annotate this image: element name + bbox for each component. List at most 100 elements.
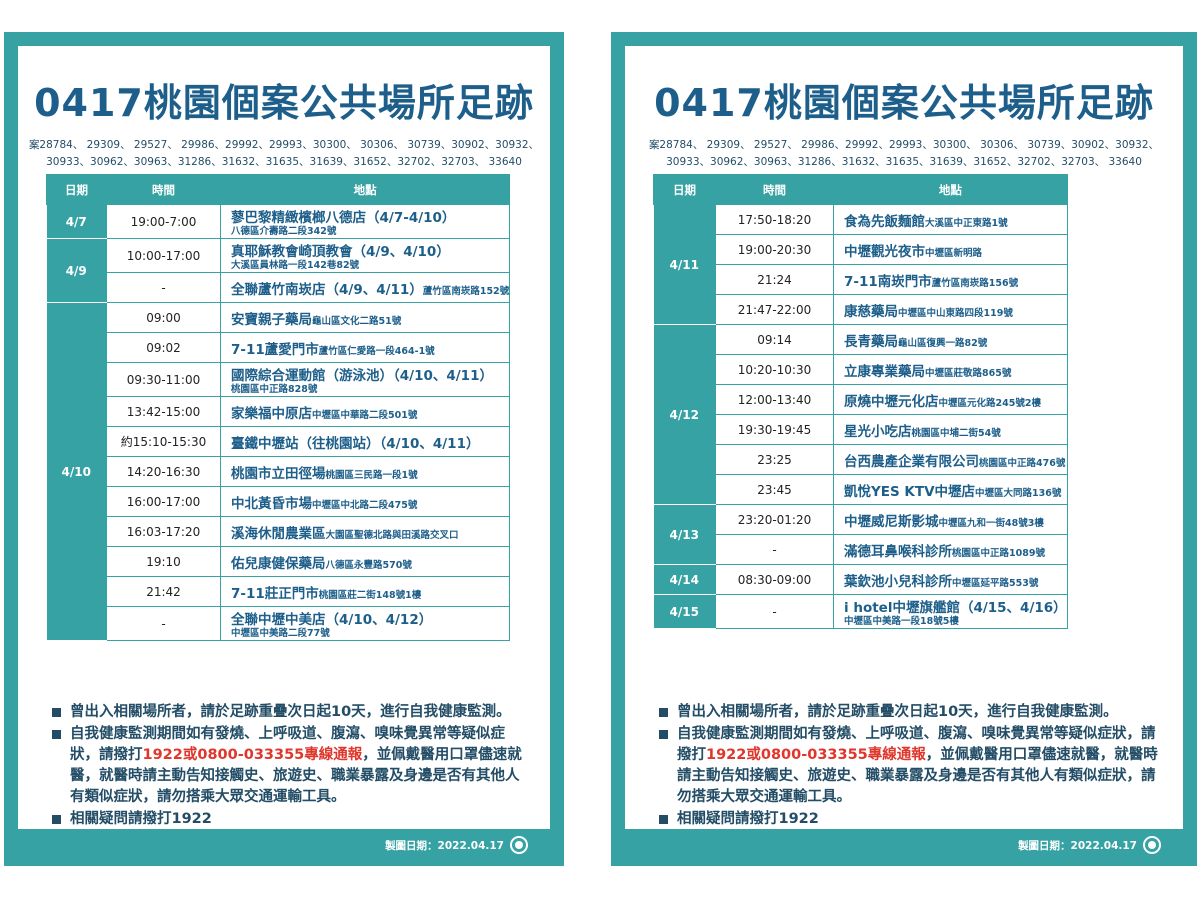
date-cell: 4/14 [653, 564, 716, 595]
place-address: 中壢區中美路一段18號5樓 [844, 616, 959, 627]
place-cell: 中壢觀光夜市中壢區新明路 [833, 234, 1068, 265]
table-row: 21:47-22:00 康慈藥局中壢區中山東路四段119號 [654, 294, 1068, 325]
place-cell: 國際綜合運動館（游泳池）（4/10、4/11） 桃園區中正路828號 [219, 362, 511, 397]
place-address: 大園區聖德北路與田溪路交叉口 [325, 529, 459, 541]
time-cell: 19:10 [106, 546, 221, 577]
bullet-icon [659, 730, 668, 739]
poster-left: 0417桃園個案公共場所足跡 案28784、 29309、 29527、 299… [4, 32, 564, 866]
place-cell: 臺鐵中壢站（往桃園站）（4/10、4/11） [219, 426, 511, 457]
time-cell: 21:47-22:00 [715, 294, 834, 325]
place-address: 中壢區中美路二段77號 [231, 628, 330, 639]
table-row: 21:42 7-11莊正門市桃園區莊二街148號1樓 [47, 576, 511, 607]
place-address: 蘆竹區仁愛路一段464-1號 [318, 345, 435, 357]
bullet-icon [659, 815, 668, 824]
government-seal-icon [1143, 836, 1161, 854]
note-item: 相關疑問請撥打1922 [657, 809, 1161, 830]
notes: 曾出入相關場所者，請於足跡重疊次日起10天，進行自我健康監測。 自我健康監測期間… [50, 702, 528, 831]
note-text: 相關疑問請撥打1922 [70, 811, 212, 827]
place-cell: 台西農產企業有限公司桃園區中正路476號 [833, 444, 1068, 475]
table-row: 09:30-11:00 國際綜合運動館（游泳池）（4/10、4/11） 桃園區中正路… [47, 362, 511, 397]
place-cell: 7-11南崁門市蘆竹區南崁路156號 [833, 264, 1068, 295]
place-name: 安寶親子藥局 [231, 311, 312, 328]
date-cell: 4/12 [653, 324, 716, 505]
place-cell: 真耶穌教會崎頂教會（4/9、4/10） 大溪區員林路一段142巷82號 [219, 238, 511, 273]
place-address: 桃園區中正路1089號 [952, 547, 1045, 559]
note-item: 曾出入相關場所者，請於足跡重疊次日起10天，進行自我健康監測。 [657, 702, 1161, 723]
place-address: 桃園區三民路一段1號 [325, 469, 418, 481]
table-row: 21:24 7-11南崁門市蘆竹區南崁路156號 [654, 264, 1068, 295]
place-name: 康慈藥局 [844, 303, 898, 320]
time-cell: 16:03-17:20 [106, 516, 221, 547]
place-cell: 中北黃昏市場中壢區中北路二段475號 [219, 486, 511, 517]
place-address: 桃園區莊二街148號1樓 [318, 589, 422, 601]
place-cell: 原燒中壢元化店中壢區元化路245號2樓 [833, 384, 1068, 415]
case-numbers-line: 案28784、 29309、 29527、 29986、29992、29993、… [648, 139, 1160, 151]
table-row: 13:42-15:00 家樂福中原店中壢區中華路二段501號 [47, 396, 511, 427]
time-cell: 09:00 [106, 302, 221, 333]
time-cell: 09:14 [715, 324, 834, 355]
footer-date: 製圖日期：2022.04.17 [385, 836, 528, 854]
header-place: 地點 [833, 174, 1068, 205]
place-name: 滿德耳鼻喉科診所 [844, 543, 952, 560]
place-name: 蓼巴黎精緻檳榔八德店（4/7-4/10） [231, 210, 456, 226]
time-cell: 21:24 [715, 264, 834, 295]
place-cell: 7-11莊正門市桃園區莊二街148號1樓 [219, 576, 511, 607]
place-cell: 安寶親子藥局龜山區文化二路51號 [219, 302, 511, 333]
place-cell: 星光小吃店桃園區中埔二街54號 [833, 414, 1068, 445]
time-cell: 08:30-09:00 [715, 564, 834, 595]
place-name: i hotel中壢旗艦館（4/15、4/16） [844, 600, 1067, 616]
bullet-icon [52, 815, 61, 824]
place-address: 大溪區員林路一段142巷82號 [231, 260, 360, 271]
table-row: 4/14 08:30-09:00 葉欽池小兒科診所中壢區延平路553號 [653, 564, 1068, 595]
date-cell: 4/7 [46, 204, 107, 239]
place-cell: 蓼巴黎精緻檳榔八德店（4/7-4/10） 八德區介壽路二段342號 [219, 204, 511, 239]
place-address: 八德區永豐路570號 [325, 559, 412, 571]
place-cell: 家樂福中原店中壢區中華路二段501號 [219, 396, 511, 427]
time-cell: - [106, 272, 221, 303]
bullet-icon [52, 708, 61, 717]
place-address: 桃園區中埔二街54號 [911, 427, 1001, 439]
place-name: 7-11蘆愛門市 [231, 341, 319, 358]
note-item: 曾出入相關場所者，請於足跡重疊次日起10天，進行自我健康監測。 [50, 702, 528, 723]
place-name: 凱悅YES KTV中壢店 [844, 483, 976, 500]
time-cell: 17:50-18:20 [715, 204, 834, 235]
place-name: 中壢威尼斯影城 [844, 513, 939, 530]
table-row: 09:02 7-11蘆愛門市蘆竹區仁愛路一段464-1號 [47, 332, 511, 363]
table-row: 19:10 佑兒康健保藥局八德區永豐路570號 [47, 546, 511, 577]
place-name: 原燒中壢元化店 [844, 393, 939, 410]
place-name: 食為先飯麵館 [844, 213, 925, 230]
poster-right-inner: 0417桃園個案公共場所足跡 案28784、 29309、 29527、 299… [625, 46, 1183, 829]
table-row: 19:00-20:30 中壢觀光夜市中壢區新明路 [654, 234, 1068, 265]
place-name: 桃園市立田徑場 [231, 465, 326, 482]
bullet-icon [52, 730, 61, 739]
place-address: 蘆竹區南崁路152號 [422, 285, 510, 297]
place-name: 星光小吃店 [844, 423, 912, 440]
place-address: 龜山區復興一路82號 [898, 337, 988, 349]
place-cell: 中壢威尼斯影城中壢區九和一街48號3樓 [833, 504, 1068, 535]
time-cell: 16:00-17:00 [106, 486, 221, 517]
table-row: 16:03-17:20 溪海休閒農業區大園區聖德北路與田溪路交叉口 [47, 516, 511, 547]
place-address: 大溪區中正東路1號 [925, 217, 1008, 229]
page-title: 0417桃園個案公共場所足跡 [34, 81, 534, 125]
place-name: 立康專業藥局 [844, 363, 925, 380]
place-address: 八德區介壽路二段342號 [231, 226, 337, 237]
place-cell: 康慈藥局中壢區中山東路四段119號 [833, 294, 1068, 325]
place-address: 桃園區中正路828號 [231, 384, 318, 395]
table-row: 4/10 09:00 安寶親子藥局龜山區文化二路51號 [46, 302, 511, 641]
case-numbers-line: 30933、30962、30963、31286、31632、31635、3163… [666, 156, 1142, 168]
time-cell: 19:00-20:30 [715, 234, 834, 265]
time-cell: 09:30-11:00 [106, 362, 221, 397]
place-name: 真耶穌教會崎頂教會（4/9、4/10） [231, 244, 450, 260]
table-row: 12:00-13:40 原燒中壢元化店中壢區元化路245號2樓 [654, 384, 1068, 415]
place-name: 家樂福中原店 [231, 405, 312, 422]
hotline-text: 1922或0800-033355專線通報 [142, 747, 363, 763]
table-row: 23:25 台西農產企業有限公司桃園區中正路476號 [654, 444, 1068, 475]
time-cell: 14:20-16:30 [106, 456, 221, 487]
header-time: 時間 [106, 174, 221, 205]
place-name: 中北黃昏市場 [231, 495, 312, 512]
place-cell: 7-11蘆愛門市蘆竹區仁愛路一段464-1號 [219, 332, 511, 363]
poster-right: 0417桃園個案公共場所足跡 案28784、 29309、 29527、 299… [611, 32, 1197, 866]
place-cell: 滿德耳鼻喉科診所桃園區中正路1089號 [833, 534, 1068, 565]
footer-label: 製圖日期：2022.04.17 [1018, 839, 1137, 852]
footer-label: 製圖日期：2022.04.17 [385, 839, 504, 852]
